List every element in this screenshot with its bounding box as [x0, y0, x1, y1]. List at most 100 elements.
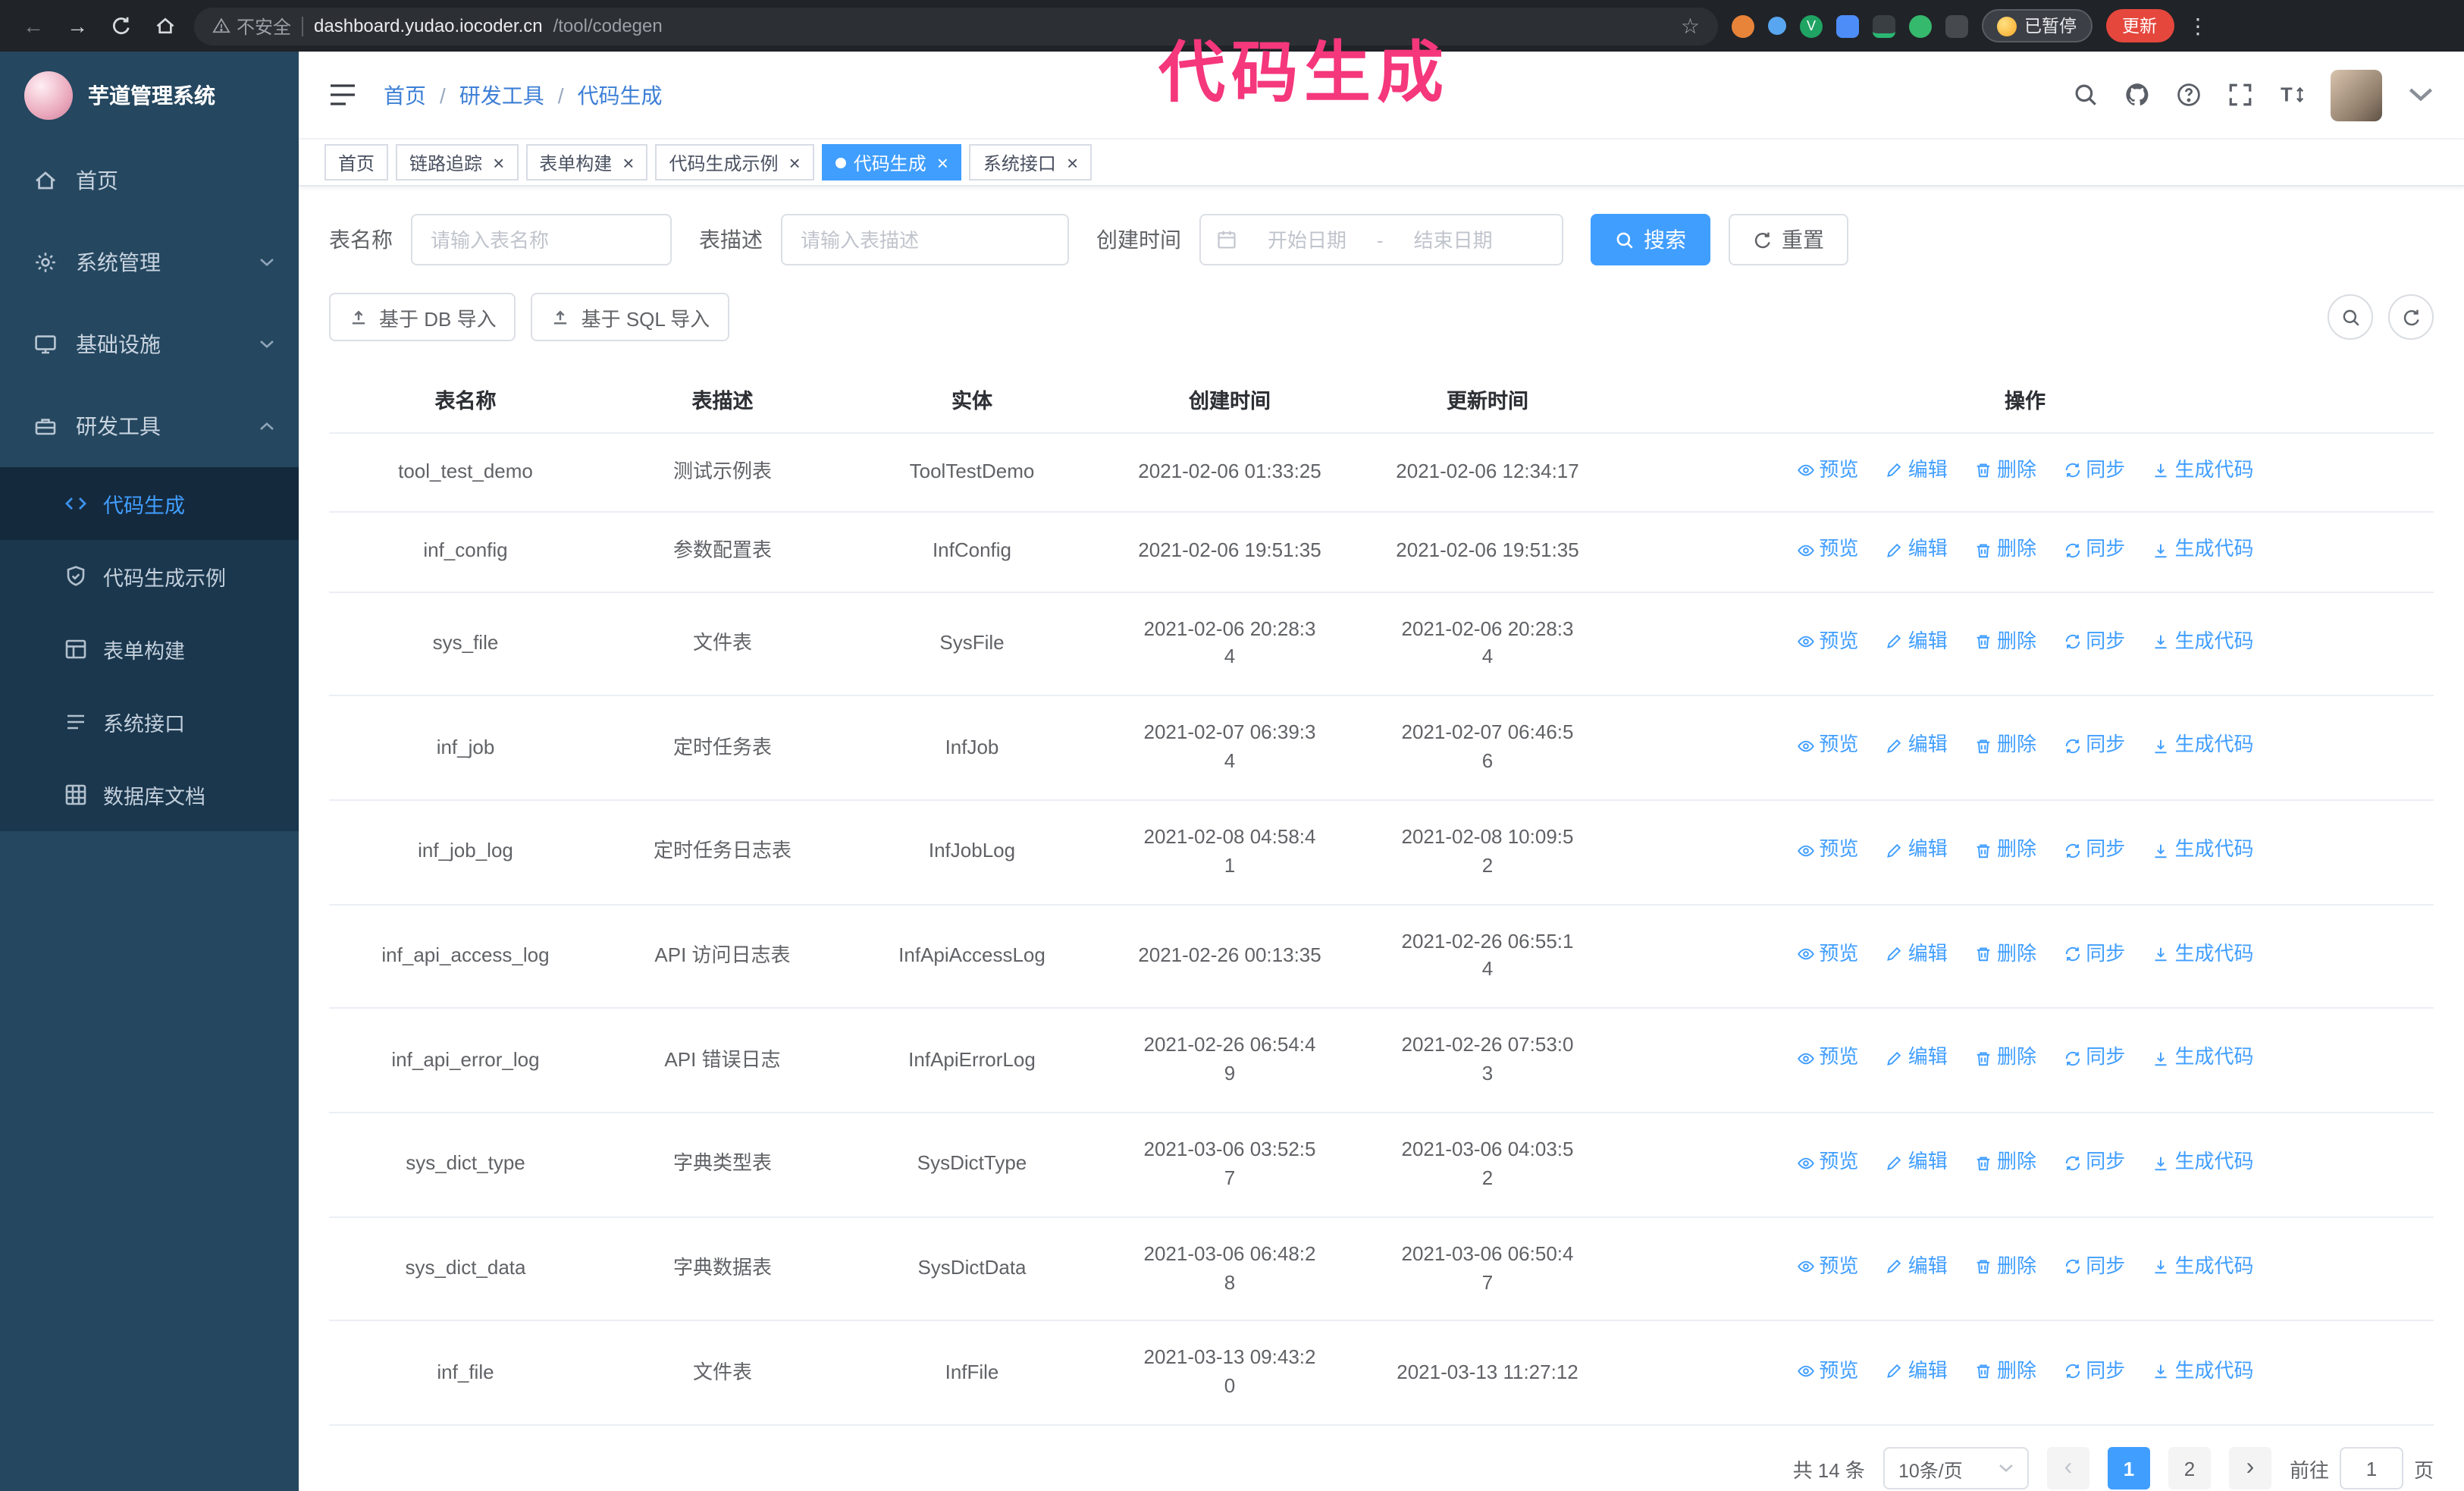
delete-link[interactable]: 删除: [1974, 457, 2036, 485]
delete-link[interactable]: 删除: [1974, 1148, 2036, 1177]
generate-code-link[interactable]: 生成代码: [2152, 836, 2254, 865]
kebab-menu-icon[interactable]: ⋮: [2187, 13, 2209, 39]
search-icon[interactable]: [2073, 82, 2099, 108]
sync-link[interactable]: 同步: [2063, 940, 2125, 969]
forward-icon[interactable]: →: [62, 14, 92, 38]
sync-link[interactable]: 同步: [2063, 836, 2125, 865]
github-icon[interactable]: [2124, 82, 2150, 108]
close-icon[interactable]: ×: [622, 152, 634, 172]
edit-link[interactable]: 编辑: [1886, 457, 1948, 485]
edit-link[interactable]: 编辑: [1886, 1253, 1948, 1282]
sidebar-item-devtools[interactable]: 研发工具: [0, 385, 299, 467]
edit-link[interactable]: 编辑: [1886, 940, 1948, 969]
delete-link[interactable]: 删除: [1974, 1253, 2036, 1282]
extension-icon[interactable]: [1873, 14, 1895, 37]
hamburger-icon[interactable]: [329, 83, 356, 106]
edit-link[interactable]: 编辑: [1886, 732, 1948, 761]
tab-codegen[interactable]: 代码生成 ×: [821, 144, 962, 180]
tab-trace[interactable]: 链路追踪 ×: [396, 144, 519, 180]
generate-code-link[interactable]: 生成代码: [2152, 1044, 2254, 1073]
delete-link[interactable]: 删除: [1974, 732, 2036, 761]
edit-link[interactable]: 编辑: [1886, 836, 1948, 865]
preview-link[interactable]: 预览: [1796, 940, 1858, 969]
goto-page-input[interactable]: [2339, 1447, 2403, 1490]
prev-page-button[interactable]: ‹: [2046, 1447, 2089, 1490]
tab-home[interactable]: 首页: [324, 144, 389, 180]
sidebar-item-codegen[interactable]: 代码生成: [0, 467, 299, 540]
sidebar-item-db-doc[interactable]: 数据库文档: [0, 758, 299, 831]
preview-link[interactable]: 预览: [1796, 457, 1858, 485]
end-date-input[interactable]: [1389, 228, 1517, 251]
preview-link[interactable]: 预览: [1796, 836, 1858, 865]
import-db-button[interactable]: 基于 DB 导入: [329, 293, 516, 341]
preview-link[interactable]: 预览: [1796, 627, 1858, 656]
sync-link[interactable]: 同步: [2063, 732, 2125, 761]
back-icon[interactable]: ←: [18, 14, 49, 38]
close-icon[interactable]: ×: [937, 152, 948, 172]
tab-codegen-example[interactable]: 代码生成示例 ×: [655, 144, 814, 180]
refresh-table-button[interactable]: [2388, 294, 2434, 340]
sync-link[interactable]: 同步: [2063, 1148, 2125, 1177]
edit-link[interactable]: 编辑: [1886, 1357, 1948, 1386]
page-button-1[interactable]: 1: [2107, 1447, 2150, 1490]
generate-code-link[interactable]: 生成代码: [2152, 536, 2254, 565]
delete-link[interactable]: 删除: [1974, 1044, 2036, 1073]
generate-code-link[interactable]: 生成代码: [2152, 1253, 2254, 1282]
next-page-button[interactable]: ›: [2228, 1447, 2271, 1490]
address-bar[interactable]: 不安全 dashboard.yudao.iocoder.cn/tool/code…: [194, 7, 1718, 45]
sidebar-item-api[interactable]: 系统接口: [0, 686, 299, 758]
preview-link[interactable]: 预览: [1796, 536, 1858, 565]
reset-button[interactable]: 重置: [1729, 214, 1848, 265]
page-size-select[interactable]: 10条/页: [1882, 1447, 2029, 1490]
edit-link[interactable]: 编辑: [1886, 1148, 1948, 1177]
sync-link[interactable]: 同步: [2063, 1253, 2125, 1282]
reload-icon[interactable]: [106, 15, 136, 36]
generate-code-link[interactable]: 生成代码: [2152, 1148, 2254, 1177]
tab-api[interactable]: 系统接口 ×: [969, 144, 1092, 180]
search-button[interactable]: 搜索: [1591, 214, 1710, 265]
fullscreen-icon[interactable]: [2227, 82, 2253, 108]
preview-link[interactable]: 预览: [1796, 1357, 1858, 1386]
extension-icon[interactable]: [1836, 14, 1859, 37]
generate-code-link[interactable]: 生成代码: [2152, 732, 2254, 761]
extension-icon[interactable]: [1945, 14, 1968, 37]
delete-link[interactable]: 删除: [1974, 940, 2036, 969]
sync-link[interactable]: 同步: [2063, 1357, 2125, 1386]
delete-link[interactable]: 删除: [1974, 836, 2036, 865]
start-date-input[interactable]: [1243, 228, 1371, 251]
delete-link[interactable]: 删除: [1974, 627, 2036, 656]
table-desc-input[interactable]: [781, 214, 1069, 265]
generate-code-link[interactable]: 生成代码: [2152, 940, 2254, 969]
edit-link[interactable]: 编辑: [1886, 627, 1948, 656]
generate-code-link[interactable]: 生成代码: [2152, 627, 2254, 656]
import-sql-button[interactable]: 基于 SQL 导入: [531, 293, 730, 341]
insecure-warning[interactable]: 不安全: [212, 13, 291, 39]
sync-link[interactable]: 同步: [2063, 536, 2125, 565]
preview-link[interactable]: 预览: [1796, 732, 1858, 761]
bookmark-star-icon[interactable]: ☆: [1681, 13, 1700, 39]
chevron-down-icon[interactable]: [2408, 82, 2434, 108]
preview-link[interactable]: 预览: [1796, 1044, 1858, 1073]
profile-paused-badge[interactable]: 已暂停: [1982, 9, 2092, 42]
extension-icon[interactable]: [1768, 17, 1786, 35]
generate-code-link[interactable]: 生成代码: [2152, 1357, 2254, 1386]
sidebar-item-home[interactable]: 首页: [0, 140, 299, 221]
preview-link[interactable]: 预览: [1796, 1148, 1858, 1177]
edit-link[interactable]: 编辑: [1886, 1044, 1948, 1073]
user-avatar[interactable]: [2331, 69, 2382, 121]
browser-update-button[interactable]: 更新: [2105, 9, 2174, 42]
generate-code-link[interactable]: 生成代码: [2152, 457, 2254, 485]
close-icon[interactable]: ×: [493, 152, 504, 172]
table-name-input[interactable]: [411, 214, 672, 265]
extension-icon[interactable]: V: [1800, 14, 1823, 37]
delete-link[interactable]: 删除: [1974, 1357, 2036, 1386]
sidebar-item-infrastructure[interactable]: 基础设施: [0, 303, 299, 385]
home-icon[interactable]: [150, 15, 180, 36]
sidebar-item-system[interactable]: 系统管理: [0, 221, 299, 303]
sidebar-item-form-build[interactable]: 表单构建: [0, 613, 299, 686]
sync-link[interactable]: 同步: [2063, 457, 2125, 485]
toggle-search-button[interactable]: [2328, 294, 2373, 340]
edit-link[interactable]: 编辑: [1886, 536, 1948, 565]
question-icon[interactable]: [2176, 82, 2202, 108]
sidebar-item-codegen-example[interactable]: 代码生成示例: [0, 540, 299, 613]
